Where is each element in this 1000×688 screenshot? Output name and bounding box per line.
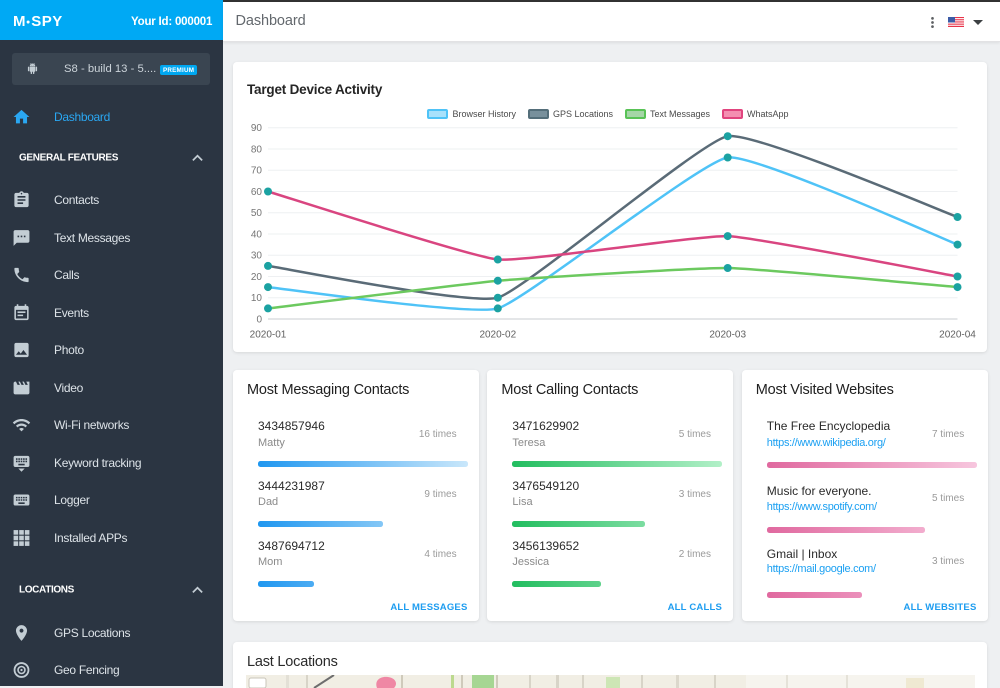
svg-text:30: 30 — [251, 251, 263, 262]
svg-text:50: 50 — [251, 208, 263, 219]
svg-text:60: 60 — [251, 187, 263, 198]
svg-text:2020-01: 2020-01 — [250, 329, 287, 340]
svg-text:0: 0 — [256, 314, 262, 325]
svg-text:10: 10 — [251, 293, 263, 304]
svg-text:90: 90 — [251, 123, 263, 134]
svg-text:40: 40 — [251, 229, 263, 240]
svg-text:2020-04: 2020-04 — [939, 329, 976, 340]
svg-text:20: 20 — [251, 272, 263, 283]
svg-text:2020-02: 2020-02 — [479, 329, 516, 340]
svg-text:70: 70 — [251, 166, 263, 177]
svg-text:2020-03: 2020-03 — [709, 329, 746, 340]
svg-text:80: 80 — [251, 144, 263, 155]
